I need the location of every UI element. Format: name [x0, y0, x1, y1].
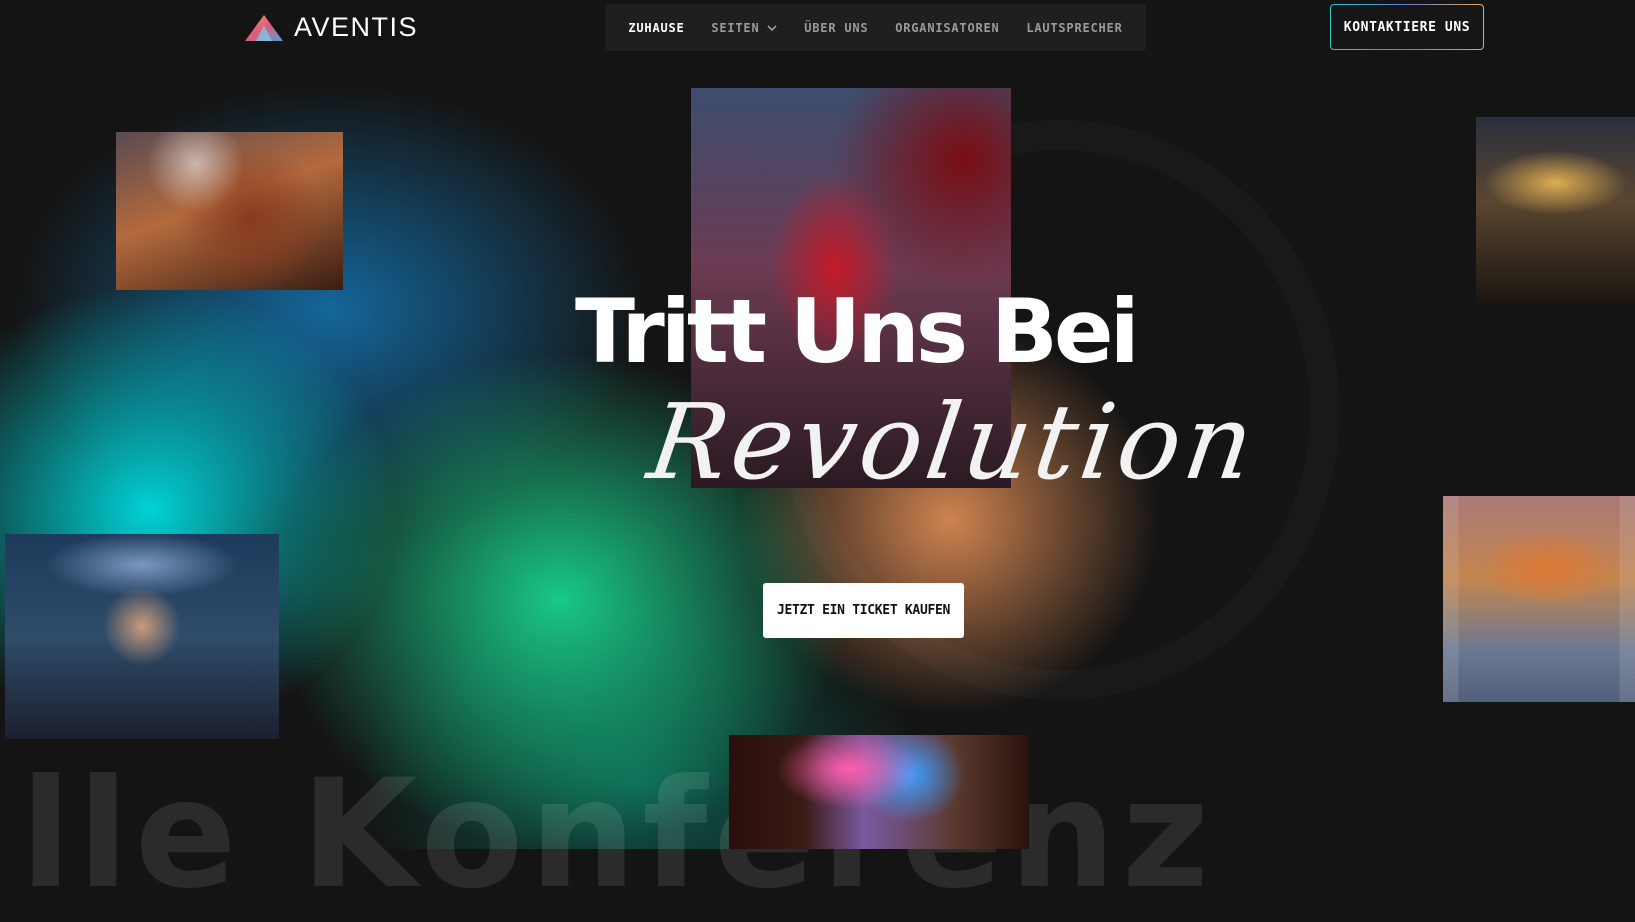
nav-item-organisatoren[interactable]: ORGANISATOREN — [895, 21, 999, 35]
photo-speaker-podium-scene — [729, 735, 1029, 849]
photo-speaker-podium — [729, 735, 1029, 849]
photo-crowd-joy-scene — [5, 534, 279, 739]
nav-item-seiten[interactable]: SEITEN — [711, 20, 778, 35]
photo-crowd-joy — [5, 534, 279, 739]
nav-item-zuhause[interactable]: ZUHAUSE — [628, 21, 684, 35]
photo-concert-stage — [1476, 117, 1635, 305]
nav-item-lautsprecher[interactable]: LAUTSPRECHER — [1026, 21, 1122, 35]
hero-title: Tritt Uns Bei — [575, 280, 1140, 383]
nav-item-ueber-uns[interactable]: ÜBER UNS — [804, 21, 868, 35]
triangle-logo-icon — [245, 14, 283, 41]
chevron-down-icon — [767, 24, 778, 31]
contact-button[interactable]: KONTAKTIERE UNS — [1330, 4, 1484, 50]
photo-fan-cheering-scene — [116, 132, 343, 290]
hero-script-text: Revolution — [641, 381, 1265, 503]
brand-name: AVENTIS — [294, 12, 419, 42]
photo-fan-cheering — [116, 132, 343, 290]
nav-item-seiten-label: SEITEN — [711, 20, 760, 35]
photo-concert-stage-scene — [1476, 117, 1635, 305]
photo-conference-room-scene — [1443, 496, 1635, 702]
background-marquee-text: lle Konferenz — [20, 748, 1216, 922]
main-navigation: ZUHAUSE SEITEN ÜBER UNS ORGANISATOREN LA… — [605, 4, 1146, 51]
brand-logo[interactable]: AVENTIS — [244, 12, 418, 43]
photo-conference-room — [1443, 496, 1635, 702]
buy-ticket-button[interactable]: JETZT EIN TICKET KAUFEN — [763, 583, 964, 638]
